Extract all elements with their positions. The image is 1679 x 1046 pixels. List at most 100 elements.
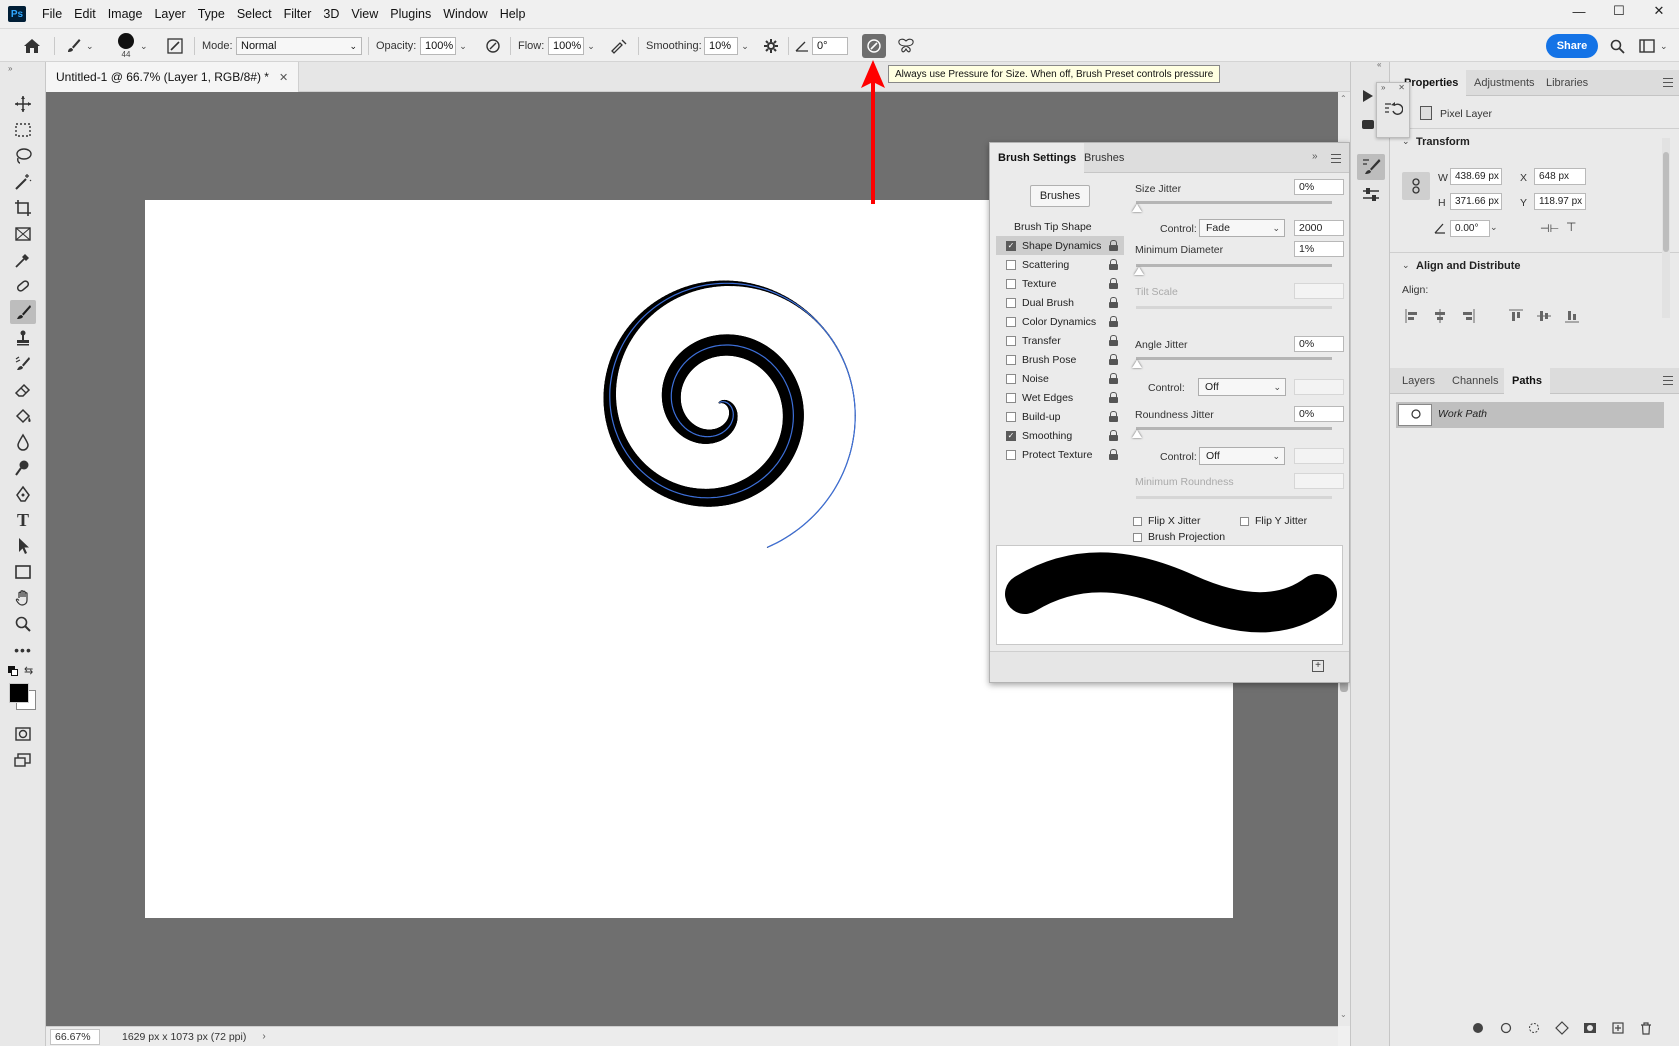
flip-vertical-icon[interactable]: ⊤: [1566, 220, 1576, 234]
panel-expand-icon[interactable]: »: [1312, 151, 1318, 162]
comment-icon[interactable]: [1362, 120, 1374, 129]
chevron-down-icon[interactable]: ⌄: [1490, 222, 1498, 233]
collapse-toolbar-icon[interactable]: »: [8, 64, 12, 73]
clone-stamp-tool-icon[interactable]: [10, 326, 36, 350]
flip-x-jitter-checkbox[interactable]: Flip X Jitter: [1133, 515, 1201, 527]
chevron-down-icon[interactable]: ⌄: [86, 29, 98, 63]
brush-setting-transfer[interactable]: Transfer: [996, 331, 1124, 350]
lock-icon[interactable]: [1109, 430, 1118, 441]
roundness-control-select[interactable]: Off ⌄: [1199, 447, 1285, 465]
lock-icon[interactable]: [1109, 411, 1118, 422]
flow-dropdown-icon[interactable]: ⌄: [584, 37, 598, 55]
brush-projection-checkbox[interactable]: Brush Projection: [1133, 531, 1225, 543]
swap-colors-icon[interactable]: ⇆: [24, 664, 33, 677]
close-window-button[interactable]: ✕: [1639, 0, 1679, 22]
flip-horizontal-icon[interactable]: ⊣⊢: [1540, 222, 1559, 235]
smoothing-dropdown-icon[interactable]: ⌄: [738, 37, 752, 55]
foreground-color-swatch[interactable]: [9, 683, 29, 703]
brush-setting-checkbox[interactable]: [1006, 392, 1016, 403]
brush-setting-build-up[interactable]: Build-up: [996, 407, 1124, 426]
dodge-tool-icon[interactable]: [10, 456, 36, 480]
menu-window[interactable]: Window: [437, 0, 493, 28]
menu-type[interactable]: Type: [192, 0, 231, 28]
lasso-tool-icon[interactable]: [10, 144, 36, 168]
brush-setting-checkbox[interactable]: [1006, 354, 1016, 365]
rectangle-tool-icon[interactable]: [10, 560, 36, 584]
frame-tool-icon[interactable]: [10, 222, 36, 246]
brush-setting-checkbox[interactable]: [1006, 449, 1016, 460]
menu-help[interactable]: Help: [494, 0, 532, 28]
tab-adjustments[interactable]: Adjustments: [1466, 70, 1543, 96]
menu-file[interactable]: File: [36, 0, 68, 28]
blur-tool-icon[interactable]: [10, 430, 36, 454]
lock-icon[interactable]: [1109, 278, 1118, 289]
angle-jitter-slider[interactable]: [1136, 357, 1332, 360]
minimum-diameter-slider[interactable]: [1136, 264, 1332, 267]
brush-setting-checkbox[interactable]: [1006, 373, 1016, 384]
opacity-dropdown-icon[interactable]: ⌄: [456, 37, 470, 55]
roundness-jitter-slider[interactable]: [1136, 427, 1332, 430]
brush-angle-input[interactable]: 0°: [812, 37, 848, 55]
pressure-for-size-button[interactable]: [862, 34, 886, 58]
lock-icon[interactable]: [1109, 392, 1118, 403]
height-input[interactable]: 371.66 px: [1450, 193, 1502, 210]
lock-icon[interactable]: [1109, 354, 1118, 365]
lock-icon[interactable]: [1109, 335, 1118, 346]
brush-setting-smoothing[interactable]: ✓ Smoothing: [996, 426, 1124, 445]
quick-mask-icon[interactable]: [10, 722, 36, 746]
angle-jitter-slider-handle[interactable]: [1132, 360, 1142, 368]
lock-icon[interactable]: [1109, 297, 1118, 308]
path-as-selection-icon[interactable]: [1526, 1020, 1542, 1036]
tab-layers[interactable]: Layers: [1394, 368, 1443, 394]
align-horizontal-center-icon[interactable]: [1432, 308, 1448, 324]
workspace-icon[interactable]: [1636, 29, 1658, 63]
tab-channels[interactable]: Channels: [1444, 368, 1506, 394]
close-icon[interactable]: ✕: [1398, 83, 1405, 92]
roundness-jitter-input[interactable]: 0%: [1294, 406, 1344, 422]
brush-setting-protect-texture[interactable]: Protect Texture: [996, 445, 1124, 464]
default-colors-icon[interactable]: [8, 666, 18, 676]
properties-scrollbar[interactable]: [1662, 138, 1670, 318]
brush-settings-panel-icon[interactable]: [1357, 154, 1385, 180]
symmetry-butterfly-icon[interactable]: [894, 29, 918, 63]
new-path-icon[interactable]: [1610, 1020, 1626, 1036]
flow-input[interactable]: 100%: [548, 37, 584, 55]
panel-menu-icon[interactable]: [1663, 78, 1673, 87]
lock-icon[interactable]: [1109, 316, 1118, 327]
collapse-dock-icon[interactable]: «: [1377, 60, 1381, 69]
minimum-diameter-slider-handle[interactable]: [1134, 267, 1144, 275]
align-left-icon[interactable]: [1404, 308, 1420, 324]
menu-plugins[interactable]: Plugins: [384, 0, 437, 28]
align-top-icon[interactable]: [1508, 308, 1524, 324]
tab-libraries[interactable]: Libraries: [1538, 70, 1596, 96]
new-brush-preset-icon[interactable]: +: [1312, 660, 1324, 672]
hand-tool-icon[interactable]: [10, 586, 36, 610]
adjust-sliders-icon[interactable]: [1361, 186, 1381, 204]
brush-tool-preset-icon[interactable]: [62, 29, 84, 63]
size-jitter-slider-handle[interactable]: [1132, 204, 1142, 212]
panel-menu-icon[interactable]: [1331, 154, 1341, 163]
eraser-tool-icon[interactable]: [10, 378, 36, 402]
share-button[interactable]: Share: [1546, 34, 1598, 58]
align-bottom-icon[interactable]: [1564, 308, 1580, 324]
menu-edit[interactable]: Edit: [68, 0, 102, 28]
fade-steps-input[interactable]: 2000: [1294, 220, 1344, 236]
brush-setting-texture[interactable]: Texture: [996, 274, 1124, 293]
brush-setting-checkbox[interactable]: [1006, 278, 1016, 289]
menu-select[interactable]: Select: [231, 0, 278, 28]
size-control-select[interactable]: Fade ⌄: [1199, 219, 1285, 237]
minimize-button[interactable]: —: [1559, 0, 1599, 22]
marquee-tool-icon[interactable]: [10, 118, 36, 142]
mode-select[interactable]: Normal ⌄: [236, 37, 362, 55]
work-path-row[interactable]: Work Path: [1396, 402, 1664, 428]
maximize-button[interactable]: ☐: [1599, 0, 1639, 22]
paint-bucket-tool-icon[interactable]: [10, 404, 36, 428]
align-vertical-center-icon[interactable]: [1536, 308, 1552, 324]
stroke-path-icon[interactable]: [1498, 1020, 1514, 1036]
brush-setting-checkbox[interactable]: [1006, 259, 1016, 270]
play-action-icon[interactable]: [1363, 90, 1373, 102]
brush-setting-noise[interactable]: Noise: [996, 369, 1124, 388]
path-selection-tool-icon[interactable]: [10, 534, 36, 558]
lock-icon[interactable]: [1109, 449, 1118, 460]
tab-paths[interactable]: Paths: [1504, 368, 1550, 394]
